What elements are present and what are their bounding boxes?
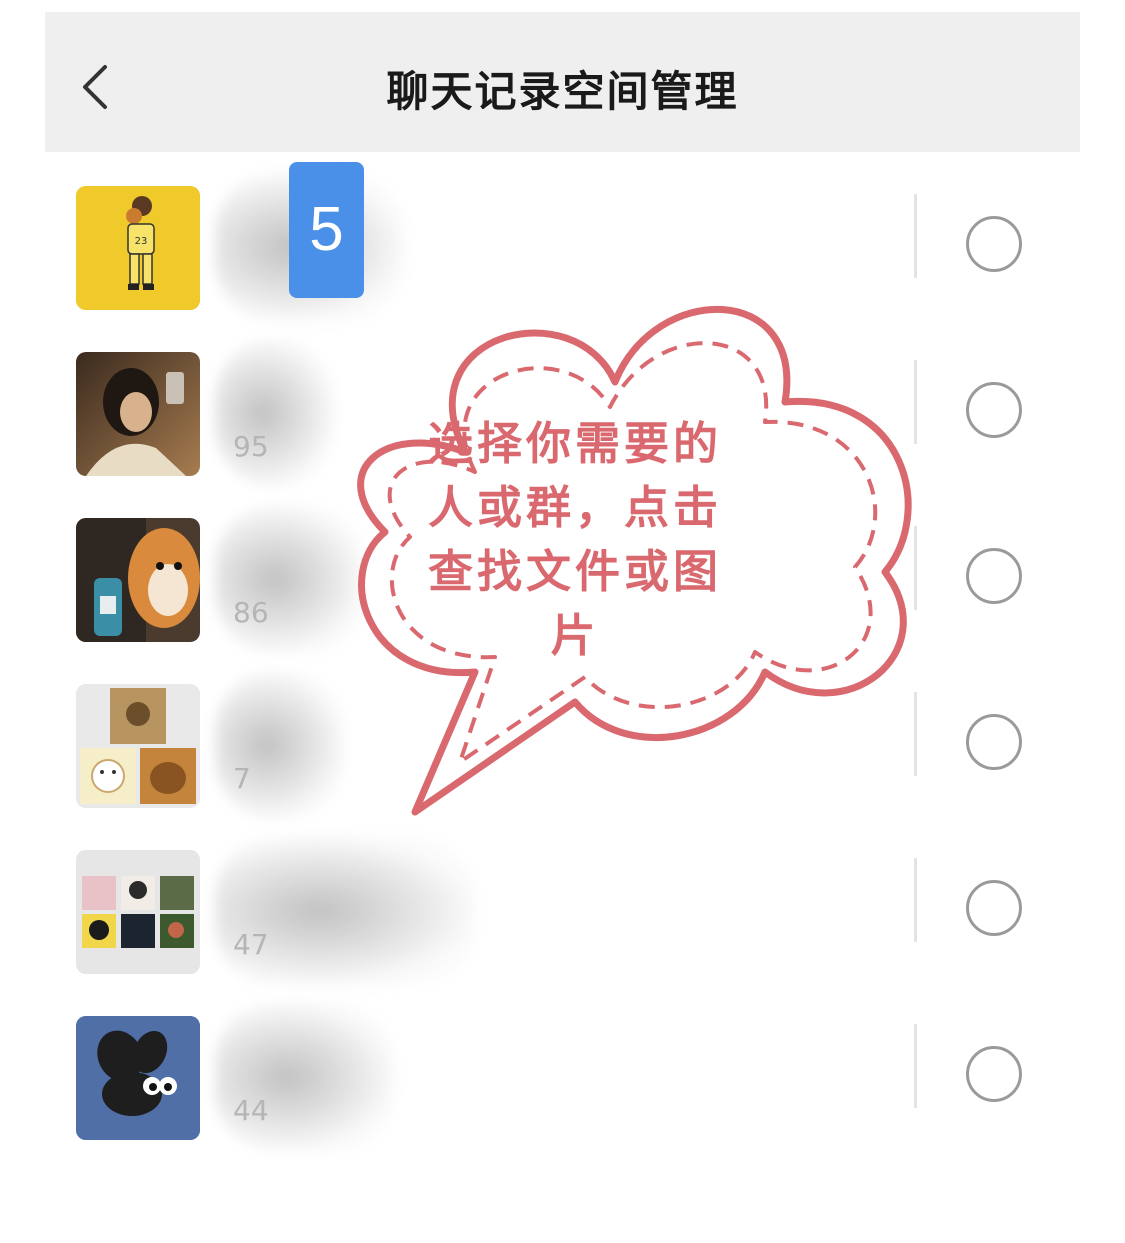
select-radio[interactable]: [966, 880, 1022, 936]
page-title: 聊天记录空间管理: [386, 67, 739, 116]
file-size: 86: [233, 596, 269, 629]
avatar: [76, 1016, 200, 1140]
avatar: 23: [76, 186, 200, 310]
divider: [914, 194, 917, 278]
divider: [914, 858, 917, 942]
file-size: 47: [233, 928, 269, 961]
file-size: 7: [233, 762, 251, 795]
list-item[interactable]: 47: [45, 828, 1080, 994]
divider: [914, 1024, 917, 1108]
select-radio[interactable]: [966, 714, 1022, 770]
svg-text:23: 23: [135, 236, 148, 247]
redacted-name: [215, 836, 475, 986]
nav-bar: 聊天记录空间管理: [45, 12, 1080, 152]
avatar: [76, 850, 200, 974]
list-item[interactable]: 44: [45, 994, 1080, 1160]
avatar: [76, 352, 200, 476]
screen: 聊天记录空间管理 23 95 86 7 47 44 5 选择你需要的人或群，点击…: [45, 12, 1080, 1182]
select-radio[interactable]: [966, 216, 1022, 272]
avatar: [76, 518, 200, 642]
redacted-name: [215, 1002, 395, 1152]
file-size: 95: [233, 430, 269, 463]
select-radio[interactable]: [966, 548, 1022, 604]
select-radio[interactable]: [966, 382, 1022, 438]
select-radio[interactable]: [966, 1046, 1022, 1102]
avatar: [76, 684, 200, 808]
callout-text: 选择你需要的人或群，点击查找文件或图片: [427, 417, 722, 662]
redacted-name: [215, 338, 335, 488]
file-size: 44: [233, 1094, 269, 1127]
